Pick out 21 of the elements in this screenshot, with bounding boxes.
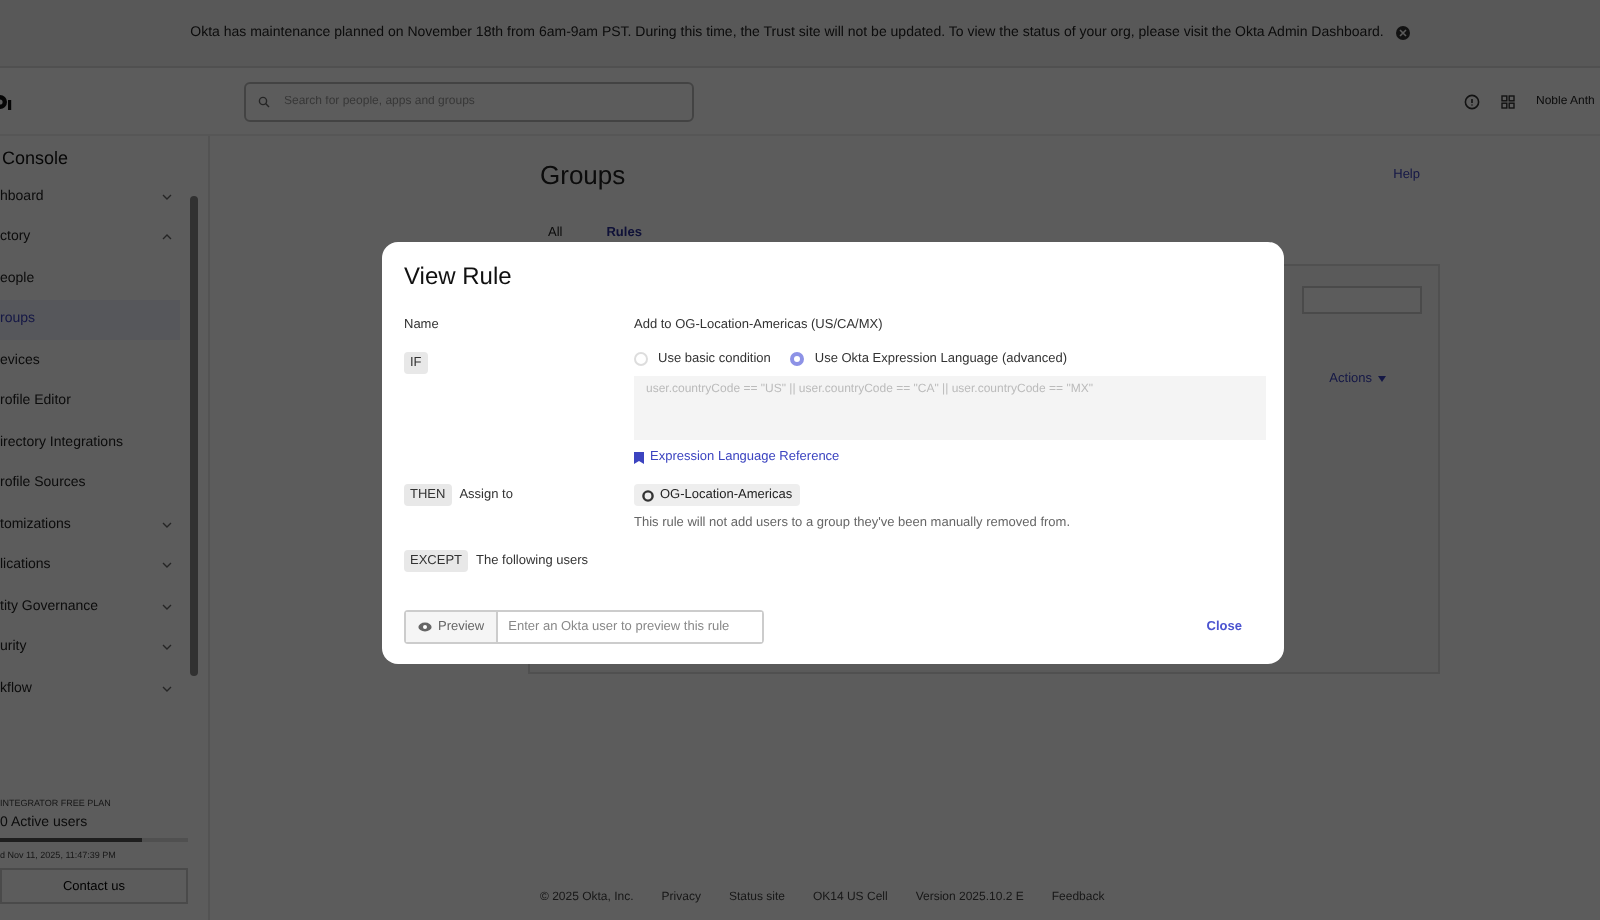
book-icon <box>634 451 644 463</box>
chevron-down-icon <box>162 644 172 651</box>
page-title: Groups <box>540 160 626 190</box>
chevron-down-icon <box>162 562 172 569</box>
dialog-title: View Rule <box>404 262 514 290</box>
chevron-up-icon <box>162 234 172 241</box>
eye-icon <box>418 622 432 632</box>
chevron-down-icon <box>162 685 172 692</box>
radio-icon[interactable] <box>790 352 805 366</box>
close-icon[interactable] <box>1395 26 1410 40</box>
help-icon[interactable] <box>1464 93 1480 109</box>
scrollbar[interactable] <box>190 196 198 676</box>
chevron-down-icon <box>162 193 172 200</box>
apps-icon[interactable] <box>1500 93 1516 109</box>
caret-icon <box>1378 376 1386 382</box>
chevron-down-icon <box>162 521 172 528</box>
sidebar-title: Console <box>0 146 69 172</box>
chevron-down-icon <box>162 603 172 610</box>
logo[interactable] <box>0 89 12 113</box>
group-icon <box>642 489 654 501</box>
search-icon <box>258 95 270 107</box>
